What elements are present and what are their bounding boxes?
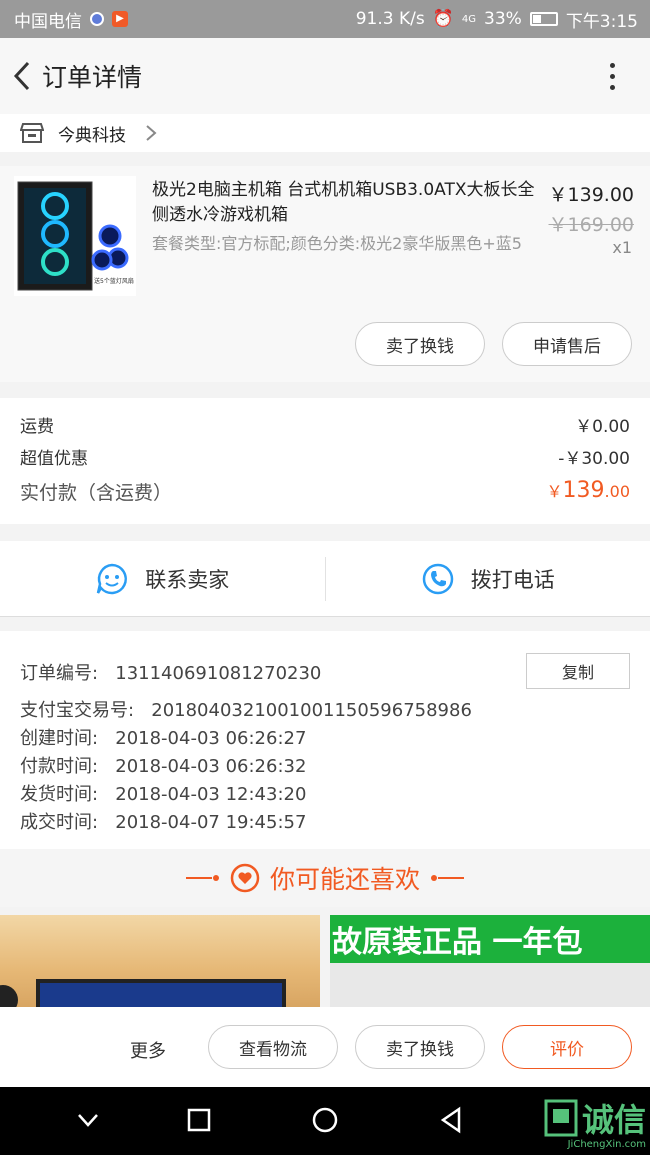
alarm-icon: ⏰ (432, 9, 454, 29)
fee-summary: 运费 ￥0.00 超值优惠 -￥30.00 实付款（含运费） ￥139.00 (0, 398, 650, 524)
call-button[interactable]: 拨打电话 (326, 541, 650, 617)
created-label: 创建时间: (20, 728, 99, 749)
chevron-left-icon (13, 61, 30, 91)
more-link[interactable]: 更多 (130, 1037, 166, 1063)
order-no-value: 131140691081270230 (115, 663, 322, 684)
system-nav-bar: 诚信 JiChengXin.com (0, 1087, 650, 1155)
done-value: 2018-04-07 19:45:57 (115, 812, 307, 833)
carrier-label: 中国电信 (14, 11, 82, 32)
back-button[interactable] (2, 38, 42, 114)
alipay-row: 支付宝交易号: 2018040321001001150596758986 (20, 696, 472, 722)
created-value: 2018-04-03 06:26:27 (115, 728, 307, 749)
shipped-value: 2018-04-03 12:43:20 (115, 784, 307, 805)
product-price: ￥139.00 (548, 184, 634, 206)
recommend-list: 故原装正品 一年包 (0, 915, 650, 1007)
sell-again-button[interactable]: 卖了换钱 (355, 1025, 485, 1069)
network-type: 4G (461, 13, 477, 25)
product-title[interactable]: 极光2电脑主机箱 台式机机箱USB3.0ATX大板长全侧透水冷游戏机箱 (152, 178, 537, 228)
shop-row[interactable]: 今典科技 (0, 114, 650, 152)
product-original-price: ￥169.00 (548, 214, 634, 236)
copy-button[interactable]: 复制 (526, 653, 630, 689)
nav-home-icon[interactable] (310, 1105, 340, 1135)
app-badge-icon (90, 12, 104, 26)
watermark-text: 诚信 (581, 1101, 646, 1139)
discount-value: -￥30.00 (558, 449, 630, 469)
phone-icon (422, 563, 453, 594)
discount-row: 超值优惠 -￥30.00 (20, 444, 630, 469)
paid-time-value: 2018-04-03 06:26:32 (115, 756, 307, 777)
paid-label: 实付款（含运费） (20, 482, 173, 504)
product-spec: 套餐类型:官方标配;颜色分类:极光2豪华版黑色+蓝5 (152, 234, 522, 253)
paid-currency: ￥ (546, 482, 563, 501)
shipping-row: 运费 ￥0.00 (20, 412, 630, 437)
contact-bar: 联系卖家 拨打电话 (0, 541, 650, 617)
watermark-url: JiChengXin.com (567, 1139, 646, 1150)
product-screen-image (330, 963, 650, 1007)
network-speed: 91.3 K/s (355, 9, 425, 29)
recommend-item-banner[interactable]: 故原装正品 一年包 (330, 915, 650, 1007)
recommend-title: 你可能还喜欢 (269, 865, 420, 894)
nav-back-icon[interactable] (438, 1105, 464, 1135)
done-label: 成交时间: (20, 812, 99, 833)
video-app-icon: ▶ (112, 11, 128, 27)
page-title: 订单详情 (42, 63, 143, 92)
speaker-image (0, 985, 18, 1007)
done-row: 成交时间: 2018-04-07 19:45:57 (20, 808, 306, 834)
product-card: 送5个蓝灯风扇 极光2电脑主机箱 台式机机箱USB3.0ATX大板长全侧透水冷游… (0, 166, 650, 382)
status-bar: 中国电信 ▶ 91.3 K/s ⏰ 4G 33% 下午3:15 (0, 0, 650, 38)
recommend-item-monitor[interactable] (0, 915, 320, 1007)
monitor-image (36, 979, 286, 1007)
bottom-actions: 更多 查看物流 卖了换钱 评价 (0, 1007, 650, 1087)
review-button[interactable]: 评价 (502, 1025, 632, 1069)
shop-name: 今典科技 (58, 125, 126, 146)
banner-text: 故原装正品 一年包 (330, 915, 650, 963)
watermark-logo-icon (544, 1099, 578, 1137)
clock: 下午3:15 (565, 11, 638, 32)
nav-down-icon[interactable] (76, 1105, 100, 1135)
page-header: 订单详情 (0, 38, 650, 114)
order-no-row: 订单编号: 131140691081270230 (20, 659, 321, 685)
shop-icon (20, 123, 44, 143)
contact-seller-label: 联系卖家 (145, 567, 230, 592)
view-logistics-button[interactable]: 查看物流 (208, 1025, 338, 1069)
product-image[interactable]: 送5个蓝灯风扇 (14, 176, 136, 296)
battery-percent: 33% (484, 9, 522, 29)
paid-decimal: .00 (604, 482, 630, 501)
battery-icon (529, 12, 558, 26)
alipay-label: 支付宝交易号: (20, 700, 135, 721)
product-quantity: x1 (612, 238, 632, 257)
thumb-caption: 送5个蓝灯风扇 (94, 278, 134, 285)
order-info: 订单编号: 131140691081270230 复制 支付宝交易号: 2018… (0, 631, 650, 849)
more-menu-icon[interactable] (592, 38, 632, 114)
paid-integer: 139 (562, 478, 605, 503)
shipped-row: 发货时间: 2018-04-03 12:43:20 (20, 780, 306, 806)
chevron-right-icon (146, 125, 157, 141)
contact-seller-button[interactable]: 联系卖家 (0, 541, 325, 617)
call-label: 拨打电话 (470, 567, 555, 592)
after-sale-button[interactable]: 申请售后 (502, 322, 632, 366)
shipping-value: ￥0.00 (575, 417, 630, 437)
heart-icon (230, 863, 260, 893)
paid-row: 实付款（含运费） ￥139.00 (20, 478, 630, 505)
dash-dot-left-icon (185, 875, 219, 881)
created-row: 创建时间: 2018-04-03 06:26:27 (20, 724, 306, 750)
paid-amount: ￥139.00 (547, 478, 630, 505)
paid-time-label: 付款时间: (20, 756, 99, 777)
order-no-label: 订单编号: (20, 663, 99, 684)
sell-button[interactable]: 卖了换钱 (355, 322, 485, 366)
dash-dot-right-icon (431, 875, 464, 881)
chat-smile-icon (97, 563, 128, 594)
shipped-label: 发货时间: (20, 784, 99, 805)
nav-recents-icon[interactable] (186, 1105, 212, 1135)
alipay-value: 2018040321001001150596758986 (151, 700, 472, 721)
discount-label: 超值优惠 (20, 449, 88, 469)
shipping-label: 运费 (20, 417, 54, 437)
watermark: 诚信 JiChengXin.com (544, 1095, 646, 1150)
paid-time-row: 付款时间: 2018-04-03 06:26:32 (20, 752, 306, 778)
recommend-header: 你可能还喜欢 (0, 849, 650, 907)
